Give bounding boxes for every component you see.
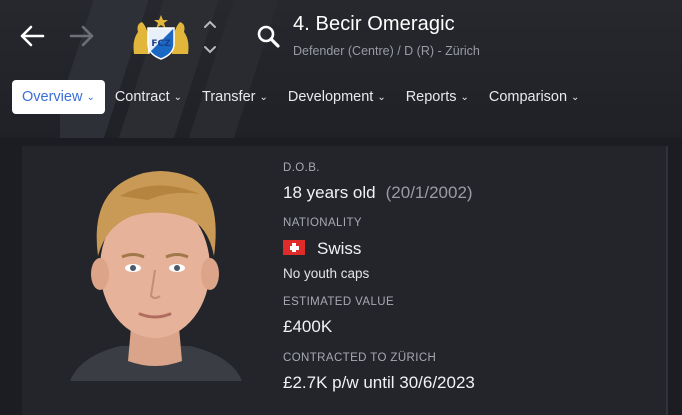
chevron-down-icon: ⌄	[460, 92, 469, 103]
player-portrait	[70, 171, 242, 381]
tab-transfer[interactable]: Transfer ⌄	[192, 80, 278, 114]
nationality-value[interactable]: Swiss	[283, 239, 361, 259]
player-name: 4. Becir Omeragic	[293, 13, 455, 35]
tab-label: Transfer	[202, 89, 256, 105]
overview-panel: D.O.B. 18 years old (20/1/2002) NATIONALI…	[0, 138, 682, 415]
tab-label: Overview	[22, 89, 83, 105]
tab-label: Comparison	[488, 89, 568, 105]
nationality-text: Swiss	[317, 239, 362, 258]
value-label: ESTIMATED VALUE	[283, 296, 395, 308]
chevron-down-icon[interactable]	[203, 45, 217, 54]
tab-reports[interactable]: Reports ⌄	[396, 80, 479, 114]
chevron-up-icon[interactable]	[203, 20, 217, 29]
tab-development[interactable]: Development ⌄	[278, 80, 396, 114]
tab-comparison[interactable]: Comparison ⌄	[479, 80, 590, 114]
tab-label: Reports	[405, 89, 457, 105]
tab-contract[interactable]: Contract ⌄	[105, 80, 192, 114]
chevron-down-icon: ⌄	[571, 92, 580, 103]
youth-caps: No youth caps	[283, 266, 370, 281]
arrow-right-icon	[69, 25, 94, 47]
zurich-crest-icon: FCZ	[133, 15, 189, 60]
age-text: 18 years old	[283, 183, 376, 202]
arrow-left-icon	[20, 25, 45, 47]
club-crest[interactable]: FCZ	[130, 14, 192, 60]
chevron-down-icon: ⌄	[86, 92, 95, 103]
tab-label: Development	[287, 89, 374, 105]
player-switcher[interactable]	[201, 20, 219, 54]
chevron-down-icon: ⌄	[173, 92, 183, 103]
player-position: Defender (Centre) / D (R) - Zürich	[293, 44, 480, 58]
tab-label: Contract	[114, 89, 170, 105]
dob-date: (20/1/2002)	[385, 183, 473, 202]
nationality-label: NATIONALITY	[283, 217, 362, 229]
value-amount: £400K	[283, 317, 333, 336]
dob-label: D.O.B.	[283, 162, 320, 174]
search-button[interactable]	[256, 24, 282, 50]
chevron-down-icon: ⌄	[259, 92, 268, 103]
scrollbar-track[interactable]	[666, 146, 668, 415]
crest-text: FCZ	[151, 39, 171, 49]
swiss-flag-icon	[283, 240, 305, 255]
contract-label: CONTRACTED TO ZÜRICH	[283, 352, 437, 364]
tab-bar: Overview ⌄ Contract ⌄ Transfer ⌄ Develop…	[12, 80, 589, 114]
chevron-down-icon: ⌄	[377, 92, 386, 103]
dob-value: 18 years old (20/1/2002)	[283, 183, 473, 203]
back-button[interactable]	[18, 22, 46, 50]
tab-overview[interactable]: Overview ⌄	[12, 80, 105, 114]
contract-value: £2.7K p/w until 30/6/2023	[283, 373, 475, 392]
search-icon	[257, 25, 280, 48]
forward-button[interactable]	[68, 22, 96, 50]
player-header: FCZ 4. Becir Omeragic Defender (Centre) …	[0, 0, 682, 138]
